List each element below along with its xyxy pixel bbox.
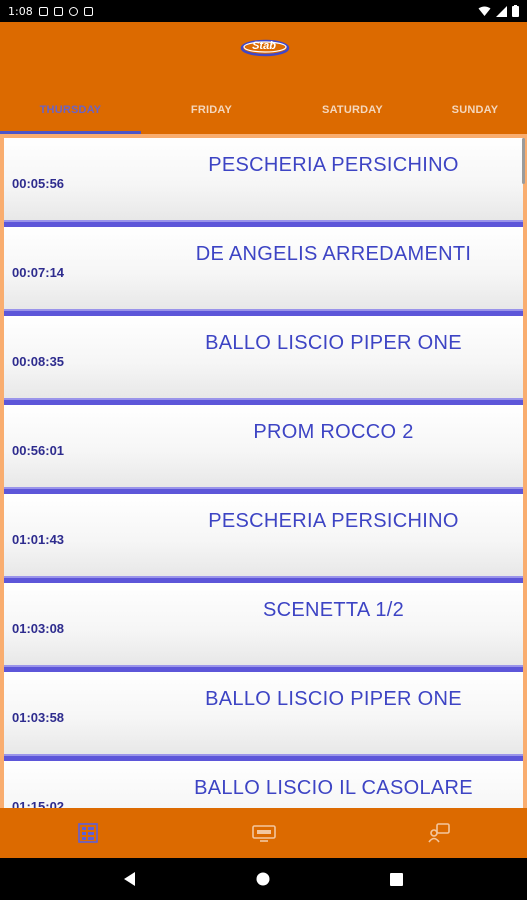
- program-title: SCENETTA 1/2: [262, 599, 405, 621]
- svg-text:Stab: Stab: [252, 40, 276, 52]
- sd-card-icon: [83, 6, 93, 16]
- nav-schedule-button[interactable]: [0, 808, 176, 858]
- program-title: PROM ROCCO 2: [253, 421, 414, 443]
- day-tabs: THURSDAY FRIDAY SATURDAY SUNDAY: [0, 86, 527, 134]
- program-time: 01:03:08: [12, 621, 65, 636]
- notification-icon: [38, 6, 48, 16]
- app-logo: Stab: [240, 39, 290, 57]
- back-icon[interactable]: [124, 872, 136, 886]
- program-time: 01:03:58: [12, 710, 65, 725]
- program-time: 00:07:14: [12, 265, 65, 280]
- schedule-row[interactable]: SCENETTA 1/2 01:03:08: [4, 583, 523, 672]
- program-time: 00:05:56: [12, 176, 65, 191]
- program-title: PESCHERIA PERSICHINO: [208, 510, 459, 532]
- program-time: 00:08:35: [12, 354, 65, 369]
- bottom-nav: [0, 808, 527, 858]
- contact-icon: [428, 823, 450, 843]
- tab-saturday[interactable]: SATURDAY: [282, 86, 423, 134]
- recents-icon[interactable]: [390, 872, 403, 886]
- mail-icon: [53, 6, 63, 16]
- program-title: BALLO LISCIO PIPER ONE: [205, 332, 462, 354]
- program-time: 01:15:02: [12, 799, 65, 808]
- schedule-grid-icon: [78, 823, 98, 843]
- live-tv-icon: [251, 825, 276, 842]
- wifi-icon: [478, 6, 491, 16]
- battery-icon: [512, 5, 519, 17]
- schedule-row[interactable]: BALLO LISCIO PIPER ONE 01:03:58: [4, 672, 523, 761]
- schedule-row[interactable]: BALLO LISCIO IL CASOLARE 01:15:02: [4, 761, 523, 808]
- tab-sunday[interactable]: SUNDAY: [423, 86, 527, 134]
- program-time: 00:56:01: [12, 443, 65, 458]
- tab-thursday[interactable]: THURSDAY: [0, 86, 141, 134]
- program-time: 01:01:43: [12, 532, 65, 547]
- home-icon[interactable]: [256, 872, 270, 886]
- system-nav-bar: [0, 858, 527, 900]
- nav-contact-button[interactable]: [351, 808, 527, 858]
- schedule-list-container[interactable]: PESCHERIA PERSICHINO 00:05:56 DE ANGELIS…: [0, 134, 527, 808]
- program-title: DE ANGELIS ARREDAMENTI: [195, 243, 472, 265]
- nav-live-button[interactable]: [176, 808, 352, 858]
- schedule-row[interactable]: PESCHERIA PERSICHINO 00:05:56: [4, 138, 523, 227]
- tab-friday[interactable]: FRIDAY: [141, 86, 282, 134]
- status-time: 1:08: [8, 4, 33, 18]
- schedule-row[interactable]: DE ANGELIS ARREDAMENTI 00:07:14: [4, 227, 523, 316]
- app-notification-icon: [68, 6, 78, 16]
- list-scrollbar[interactable]: [522, 138, 525, 184]
- program-title: BALLO LISCIO IL CASOLARE: [194, 777, 473, 799]
- schedule-row[interactable]: PESCHERIA PERSICHINO 01:01:43: [4, 494, 523, 583]
- schedule-row[interactable]: BALLO LISCIO PIPER ONE 00:08:35: [4, 316, 523, 405]
- schedule-row[interactable]: PROM ROCCO 2 00:56:01: [4, 405, 523, 494]
- program-title: PESCHERIA PERSICHINO: [208, 154, 459, 176]
- app-bar: Stab THURSDAY FRIDAY SATURDAY SUNDAY: [0, 22, 527, 134]
- status-bar: 1:08: [0, 0, 527, 22]
- signal-icon: [496, 5, 507, 17]
- schedule-list: PESCHERIA PERSICHINO 00:05:56 DE ANGELIS…: [4, 138, 523, 808]
- program-title: BALLO LISCIO PIPER ONE: [205, 688, 462, 710]
